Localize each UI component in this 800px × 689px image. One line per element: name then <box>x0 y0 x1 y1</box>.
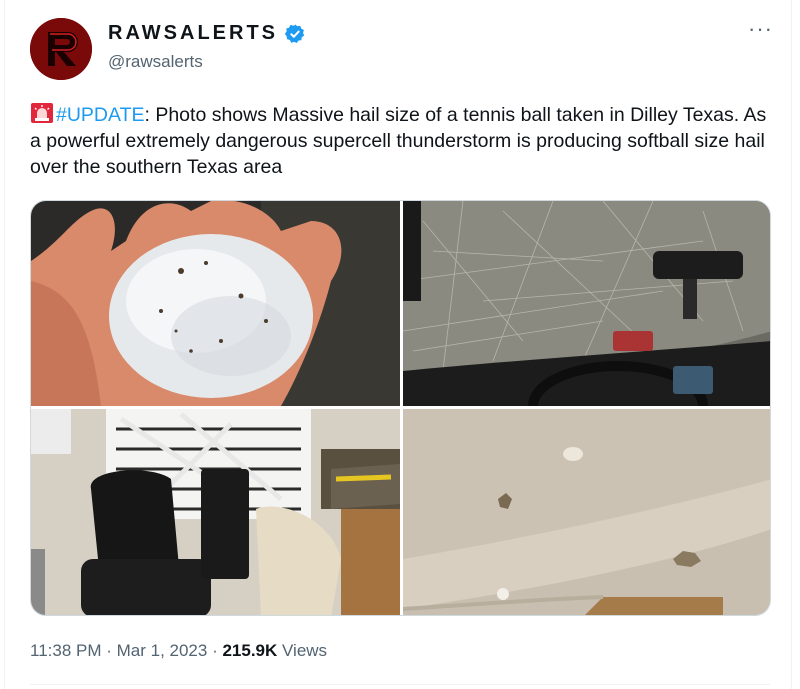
avatar[interactable] <box>30 18 92 80</box>
photo-damaged-ceiling[interactable] <box>403 409 770 615</box>
author-name-row: RAWSALERTS <box>108 22 306 45</box>
more-options-icon[interactable]: ··· <box>748 18 773 40</box>
photo-hailstone-in-hand[interactable] <box>31 201 400 406</box>
photo-damaged-room[interactable] <box>31 409 400 615</box>
tweet-metadata: 11:38 PM · Mar 1, 2023 · 215.9K Views <box>30 641 327 661</box>
tweet-date[interactable]: Mar 1, 2023 <box>117 641 208 660</box>
hashtag-link[interactable]: #UPDATE <box>56 104 145 126</box>
rotating-light-icon <box>31 103 53 123</box>
divider <box>30 684 770 685</box>
separator-dot: · <box>101 641 117 660</box>
media-grid <box>30 200 771 616</box>
views-count: 215.9K <box>222 641 278 660</box>
tweet-time[interactable]: 11:38 PM <box>30 641 102 660</box>
tweet-text: #UPDATE: Photo shows Massive hail size o… <box>30 102 770 180</box>
verified-badge-icon <box>284 23 305 43</box>
display-name[interactable]: RAWSALERTS <box>108 22 278 45</box>
photo-shattered-windshield[interactable] <box>403 201 770 406</box>
separator-dot: · <box>207 641 223 660</box>
author-handle[interactable]: @rawsalerts <box>108 52 203 72</box>
rawsalerts-logo <box>30 18 92 80</box>
views-label: Views <box>277 641 328 660</box>
